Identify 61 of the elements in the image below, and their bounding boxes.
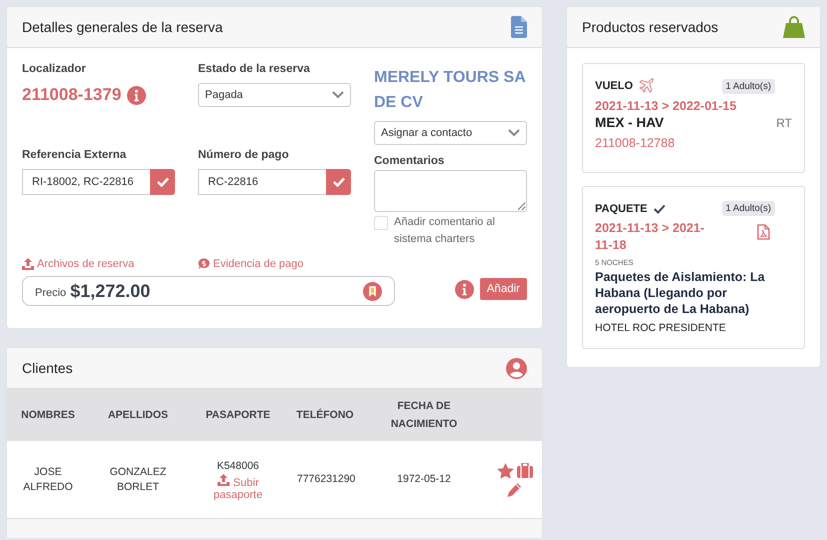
column-header: TELÉFONO — [295, 408, 355, 423]
agency-name: MERELY TOURS SA DE CV — [374, 68, 526, 113]
table-cell-text: GONZALEZ BORLET — [108, 464, 168, 494]
trip-type: RT — [776, 116, 792, 130]
checkbox[interactable] — [374, 216, 388, 230]
airplane-icon — [638, 78, 655, 94]
booking-code: 211008-12788 — [595, 136, 676, 150]
column-header: APELLIDOS — [106, 408, 170, 423]
check-icon — [156, 177, 168, 187]
confirm-button[interactable] — [326, 169, 351, 195]
info-icon[interactable] — [454, 280, 474, 298]
status-select[interactable]: Pagada — [198, 83, 351, 107]
comments-field[interactable] — [374, 170, 527, 212]
product-type: PAQUETE — [595, 202, 648, 214]
passenger-badge: 1 Adulto(s) — [722, 78, 775, 94]
card-title: Clientes — [22, 360, 73, 376]
chevron-down-icon — [508, 129, 520, 137]
field-label: Estado de la reserva — [198, 63, 311, 75]
field-label: Comentarios — [374, 155, 446, 167]
card-title: Productos reservados — [582, 19, 718, 35]
column-header: FECHA DE NACIMIENTO — [390, 399, 458, 432]
package-name: Paquetes de Aislamiento: La Habana (Llegando por aeropuerto de La Habana) — [595, 269, 766, 317]
field-label: Referencia Externa — [22, 149, 128, 161]
price-value: $1,272.00 — [70, 280, 150, 302]
field-label: Número de pago — [198, 149, 290, 161]
payment-field[interactable]: RC-22816 — [198, 169, 326, 195]
shopping-bag-icon — [783, 16, 805, 38]
checkbox-label: Añadir comentario al sistema charters — [394, 215, 496, 247]
upload-icon — [22, 258, 34, 270]
check-icon — [653, 204, 666, 214]
locator-code: 211008-1379 — [22, 85, 122, 105]
bookmark-icon[interactable] — [363, 282, 382, 300]
document-icon — [511, 16, 527, 38]
info-icon[interactable] — [127, 86, 146, 104]
star-icon[interactable] — [496, 462, 514, 478]
date-range: 2021-11-13 > 2021-11-18 — [595, 220, 706, 254]
price-label: Precio — [35, 286, 66, 298]
table-cell-text: JOSE ALFREDO — [22, 464, 74, 494]
column-header: NOMBRES — [20, 408, 76, 423]
suitcase-icon[interactable] — [516, 462, 532, 478]
reference-field[interactable]: RI-18002, RC-22816 — [22, 169, 150, 195]
passenger-badge: 1 Adulto(s) — [722, 201, 775, 216]
date-range: 2021-11-13 > 2022-01-15 — [595, 98, 738, 115]
table-cell-text: 7776231290 — [296, 472, 356, 487]
table-cell-text: 1972-05-12 — [396, 472, 452, 487]
pdf-icon[interactable] — [757, 224, 770, 240]
card-title: Detalles generales de la reserva — [22, 19, 223, 35]
field-label: Localizador — [22, 63, 87, 75]
route: MEX - HAV — [595, 115, 664, 130]
product-type: VUELO — [595, 80, 633, 92]
table-cell-text: K548006 — [216, 458, 260, 474]
dollar-bubble-icon — [198, 258, 210, 270]
check-icon — [332, 177, 344, 187]
chevron-down-icon — [332, 91, 344, 99]
hotel-name: HOTEL ROC PRESIDENTE — [595, 322, 727, 334]
contact-select[interactable]: Asignar a contacto — [374, 121, 527, 145]
confirm-button[interactable] — [150, 169, 175, 195]
pencil-icon[interactable] — [507, 482, 522, 496]
upload-icon — [217, 474, 230, 486]
user-icon — [506, 358, 527, 378]
column-header: PASAPORTE — [204, 408, 272, 423]
